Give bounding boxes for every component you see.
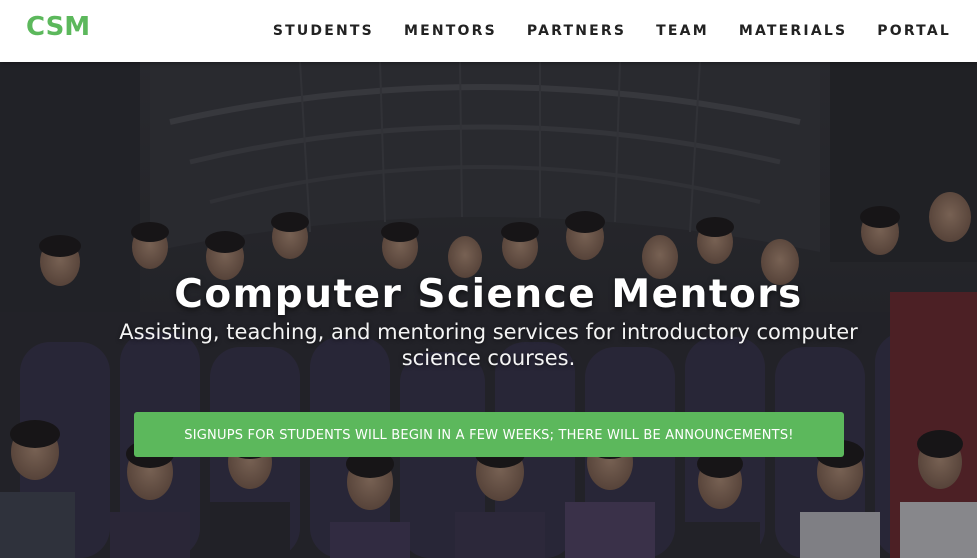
nav-item-materials[interactable]: MATERIALS bbox=[709, 23, 847, 39]
hero-content: Computer Science Mentors Assisting, teac… bbox=[0, 62, 977, 558]
nav-item-team[interactable]: TEAM bbox=[626, 23, 709, 39]
hero-title: Computer Science Mentors bbox=[174, 272, 803, 317]
nav-item-students[interactable]: STUDENTS bbox=[273, 23, 374, 39]
nav-links: STUDENTS MENTORS PARTNERS TEAM MATERIALS… bbox=[273, 0, 951, 62]
brand-logo[interactable]: CSM bbox=[26, 12, 90, 42]
hero-subtitle: Assisting, teaching, and mentoring servi… bbox=[119, 320, 858, 370]
page: CSM STUDENTS MENTORS PARTNERS TEAM MATER… bbox=[0, 0, 977, 558]
hero-section: Computer Science Mentors Assisting, teac… bbox=[0, 62, 977, 558]
nav-item-portal[interactable]: PORTAL bbox=[847, 23, 951, 39]
signup-announcement-button[interactable]: SIGNUPS FOR STUDENTS WILL BEGIN IN A FEW… bbox=[134, 412, 844, 457]
navbar: CSM STUDENTS MENTORS PARTNERS TEAM MATER… bbox=[0, 0, 977, 62]
nav-item-partners[interactable]: PARTNERS bbox=[497, 23, 626, 39]
nav-item-mentors[interactable]: MENTORS bbox=[374, 23, 497, 39]
